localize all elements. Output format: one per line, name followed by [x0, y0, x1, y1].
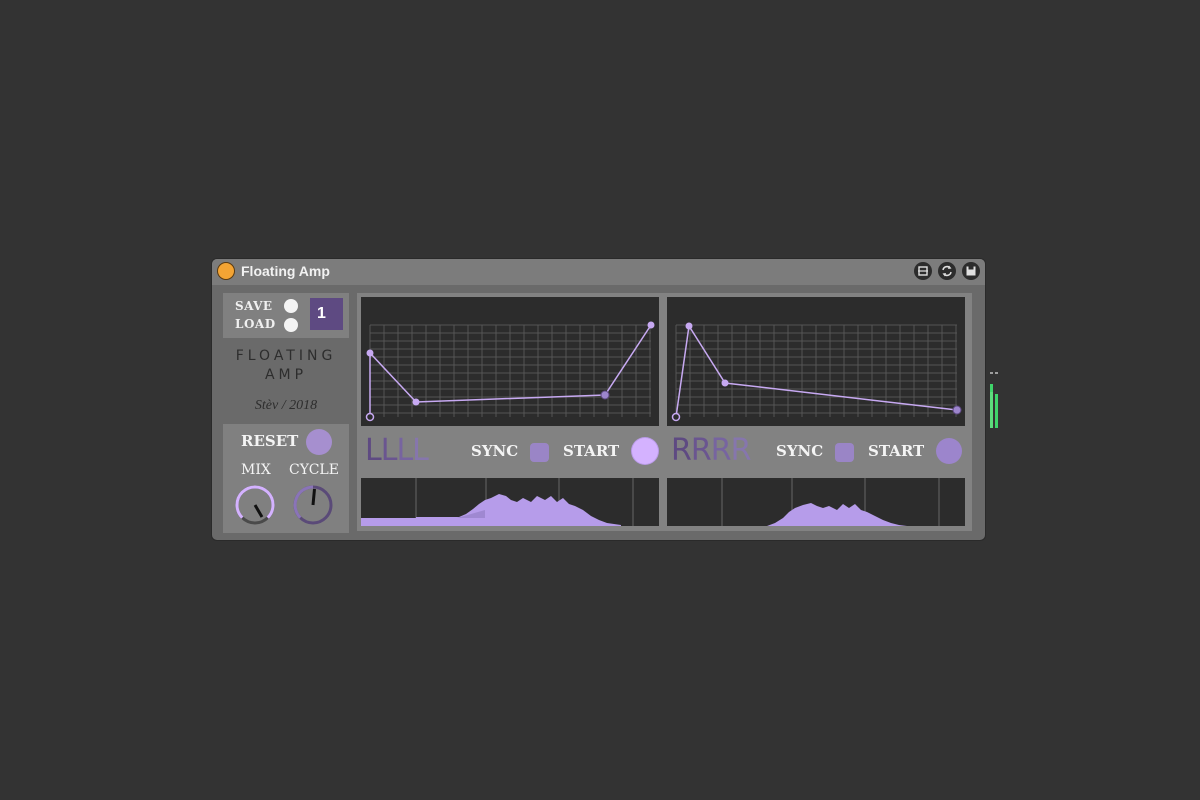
left-envelope-editor[interactable]	[361, 297, 659, 426]
chooser-icon[interactable]	[914, 262, 932, 280]
right-channel-indicator: RRRR	[671, 433, 752, 468]
left-waveform-display	[361, 478, 659, 526]
left-letter: L	[412, 433, 429, 468]
device-body: SAVE LOAD 1 FLOATING AMP Stèv / 2018 RES…	[217, 290, 972, 533]
reset-button[interactable]	[306, 429, 332, 455]
output-level-meter	[989, 370, 999, 428]
cycle-knob[interactable]	[292, 484, 334, 526]
envelope-point[interactable]	[600, 390, 610, 400]
envelope-point[interactable]	[685, 322, 693, 330]
right-start-button[interactable]	[936, 438, 962, 464]
envelope-point[interactable]	[671, 412, 681, 422]
floating-amp-device: Floating Amp SAVE LOAD 1 FLOATING AMP St…	[212, 259, 985, 540]
right-envelope-editor[interactable]	[667, 297, 965, 426]
refresh-icon[interactable]	[938, 262, 956, 280]
envelope-point[interactable]	[721, 379, 729, 387]
envelope-point[interactable]	[365, 412, 375, 422]
save-icon[interactable]	[962, 262, 980, 280]
right-sync-label: SYNC	[776, 442, 824, 460]
load-button[interactable]	[284, 318, 298, 332]
envelope-point[interactable]	[366, 349, 374, 357]
right-waveform-display	[667, 478, 965, 526]
mix-label: MIX	[241, 462, 271, 478]
reset-label: RESET	[241, 432, 299, 450]
device-name-line2: AMP	[264, 367, 308, 383]
controls-panel: RESET MIX CYCLE	[223, 424, 349, 533]
left-sync-label: SYNC	[471, 442, 519, 460]
left-letter: L	[365, 433, 382, 468]
left-letter: L	[396, 433, 413, 468]
mix-knob[interactable]	[234, 484, 276, 526]
device-name-line1: FLOATING	[235, 348, 337, 364]
envelope-point[interactable]	[647, 321, 655, 329]
left-sync-toggle[interactable]	[530, 443, 549, 462]
envelope-point[interactable]	[952, 405, 962, 415]
right-letter: R	[730, 433, 752, 468]
left-start-label: START	[563, 442, 620, 460]
left-letter: L	[380, 433, 398, 468]
right-sync-toggle[interactable]	[835, 443, 854, 462]
save-label: SAVE	[235, 299, 273, 313]
right-start-label: START	[868, 442, 925, 460]
right-letter: R	[671, 433, 692, 468]
preset-panel: SAVE LOAD 1	[223, 293, 349, 338]
title-bar: Floating Amp	[212, 259, 985, 285]
left-channel-indicator: LLLL	[365, 433, 429, 468]
preset-number-box[interactable]: 1	[310, 298, 343, 330]
device-author: Stèv / 2018	[254, 398, 318, 413]
load-label: LOAD	[235, 317, 276, 331]
left-panel: SAVE LOAD 1 FLOATING AMP Stèv / 2018 RES…	[223, 293, 349, 533]
left-start-button[interactable]	[632, 438, 658, 464]
right-letter: R	[710, 433, 732, 468]
cycle-label: CYCLE	[289, 462, 339, 478]
right-letter: R	[690, 433, 712, 468]
envelope-point[interactable]	[412, 398, 420, 406]
channels-panel: LLLL SYNC START RRRR SYNC START	[357, 293, 972, 531]
save-button[interactable]	[284, 299, 298, 313]
device-title: Floating Amp	[241, 263, 330, 279]
device-power-button[interactable]	[218, 263, 234, 279]
